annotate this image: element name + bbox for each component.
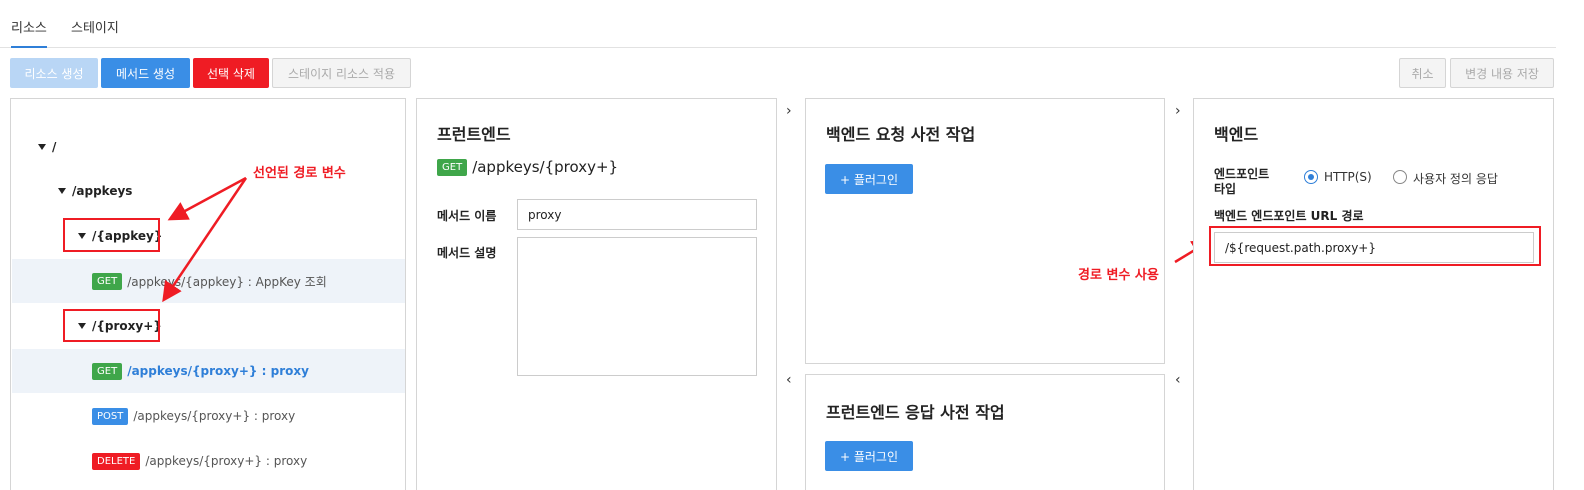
annotation-use-path-var: 경로 변수 사용	[1078, 268, 1159, 283]
method-description-textarea[interactable]	[517, 237, 757, 376]
backend-request-title: 백엔드 요청 사전 작업	[826, 125, 976, 144]
chevron-right-icon[interactable]: ›	[786, 103, 792, 119]
frontend-response-title: 프런트엔드 응답 사전 작업	[826, 403, 1005, 422]
tab-resources[interactable]: 리소스	[11, 17, 47, 48]
caret-down-icon[interactable]	[38, 144, 46, 150]
tree-method-proxy-post[interactable]: POST /appkeys/{proxy+} : proxy	[12, 394, 405, 438]
backend-request-panel: 백엔드 요청 사전 작업 + 플러그인	[805, 98, 1165, 364]
create-method-button[interactable]: 메서드 생성	[101, 58, 190, 88]
chevron-right-icon[interactable]: ›	[1175, 103, 1181, 119]
add-plugin-button[interactable]: + 플러그인	[825, 164, 913, 194]
radio-http[interactable]	[1304, 170, 1318, 184]
annotation-declared-path-var: 선언된 경로 변수	[253, 166, 346, 181]
highlight-url-field	[1209, 226, 1541, 266]
chevron-left-icon[interactable]: ‹	[1175, 372, 1181, 388]
method-badge: POST	[92, 407, 129, 425]
tree-node-appkeys[interactable]: /appkeys	[12, 169, 405, 213]
frontend-title: 프런트엔드	[437, 125, 511, 144]
method-badge: GET	[92, 272, 123, 290]
method-badge: GET	[92, 362, 123, 380]
method-badge: GET	[437, 158, 468, 176]
frontend-response-panel: 프런트엔드 응답 사전 작업 + 플러그인	[805, 374, 1165, 490]
method-name-label: 메서드 이름	[437, 209, 497, 223]
highlight-proxy-var	[63, 309, 160, 342]
backend-url-label: 백엔드 엔드포인트 URL 경로	[1214, 209, 1364, 223]
save-changes-button[interactable]: 변경 내용 저장	[1450, 58, 1554, 88]
endpoint-type-label: 엔드포인트 타입	[1214, 167, 1270, 196]
tree-method-proxy-get[interactable]: GET /appkeys/{proxy+} : proxy	[12, 349, 405, 393]
radio-custom-response-label: 사용자 정의 응답	[1413, 172, 1498, 186]
tree-method-appkey-get[interactable]: GET /appkeys/{appkey} : AppKey 조회	[12, 259, 405, 303]
add-plugin-button[interactable]: + 플러그인	[825, 441, 913, 471]
create-resource-button[interactable]: 리소스 생성	[10, 58, 98, 88]
highlight-appkey-var	[63, 218, 160, 252]
cancel-button[interactable]: 취소	[1399, 58, 1446, 88]
tab-bar: 리소스 스테이지	[0, 0, 1556, 48]
tree-node-root[interactable]: /	[12, 125, 405, 169]
frontend-panel: 프런트엔드 GET /appkeys/{proxy+} 메서드 이름 proxy…	[416, 98, 777, 490]
radio-custom-response[interactable]	[1393, 170, 1407, 184]
method-badge: DELETE	[92, 452, 141, 470]
backend-title: 백엔드	[1214, 125, 1259, 144]
tree-method-proxy-delete[interactable]: DELETE /appkeys/{proxy+} : proxy	[12, 439, 405, 483]
radio-http-label: HTTP(S)	[1324, 170, 1372, 184]
method-name-input[interactable]: proxy	[517, 199, 757, 230]
resource-tree-panel: / /appkeys /{appkey} GET /appkeys/{appke…	[10, 98, 406, 490]
tab-stages[interactable]: 스테이지	[71, 17, 119, 36]
method-description-label: 메서드 설명	[437, 246, 497, 260]
delete-selected-button[interactable]: 선택 삭제	[193, 58, 269, 88]
chevron-left-icon[interactable]: ‹	[786, 372, 792, 388]
backend-panel: 백엔드 엔드포인트 타입 HTTP(S) 사용자 정의 응답 백엔드 엔드포인트…	[1193, 98, 1554, 490]
caret-down-icon[interactable]	[58, 188, 66, 194]
frontend-method-path: GET /appkeys/{proxy+}	[437, 158, 618, 176]
apply-stage-resource-button[interactable]: 스테이지 리소스 적용	[272, 58, 411, 88]
